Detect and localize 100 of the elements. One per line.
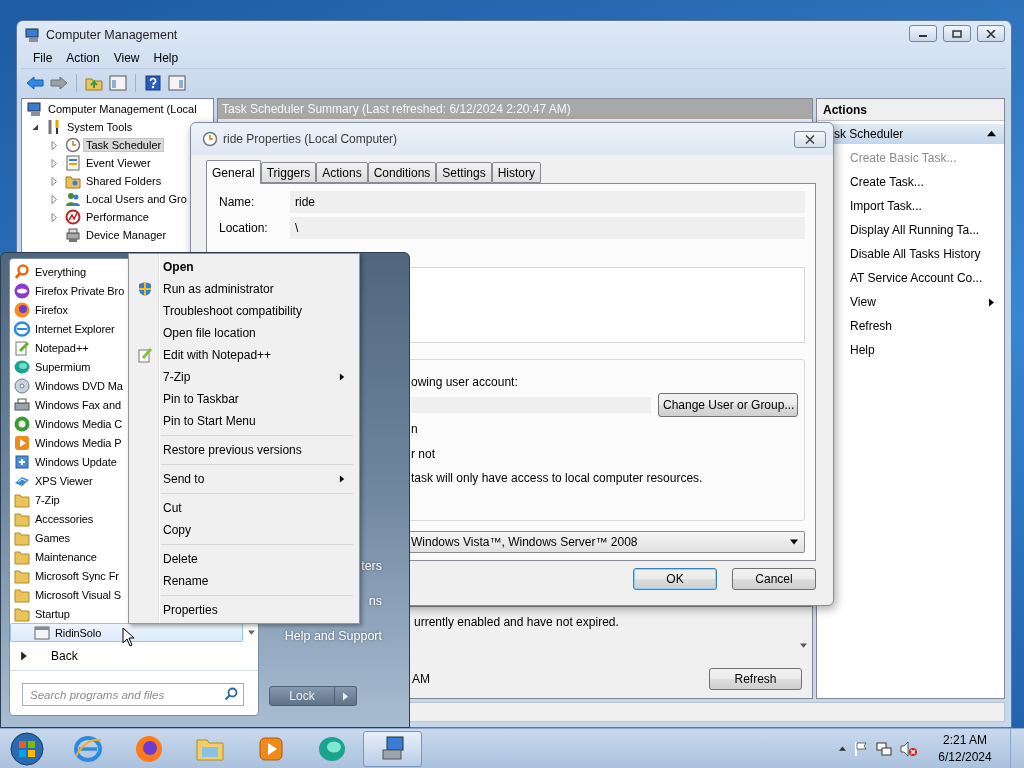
tab[interactable]: Settings (436, 162, 492, 183)
program-item[interactable]: Internet Explorer (35, 322, 115, 335)
dialog-button[interactable]: OK (633, 568, 717, 590)
tab[interactable]: Triggers (260, 162, 317, 183)
menu-item[interactable]: Pin to Start Menu (131, 410, 357, 432)
tree-item[interactable]: Event Viewer (83, 156, 154, 170)
tab[interactable]: History (491, 162, 542, 183)
update-icon (14, 453, 30, 470)
program-item[interactable]: Supermium (35, 360, 91, 373)
menu-item[interactable]: Properties (131, 599, 357, 621)
program-item[interactable]: Maintenance (35, 550, 97, 563)
tools-icon (46, 119, 62, 135)
program-item[interactable]: Everything (35, 265, 86, 278)
tree-item[interactable]: Device Manager (83, 228, 170, 242)
action-link[interactable]: Create Task... (850, 175, 924, 189)
refresh-button[interactable]: Refresh (709, 668, 802, 690)
folder-icon (14, 567, 30, 584)
tab[interactable]: General (206, 160, 261, 184)
folder-icon (14, 510, 30, 527)
action-link[interactable]: View (850, 295, 876, 309)
program-item[interactable]: 7-Zip (35, 493, 60, 506)
menu-item[interactable]: Restore previous versions (131, 439, 357, 461)
tab[interactable]: Conditions (367, 162, 437, 183)
tree-item[interactable]: Performance (83, 210, 152, 224)
back-arrow-icon (20, 651, 29, 661)
account-text: owing user account: (411, 374, 518, 390)
disc-icon (14, 377, 30, 394)
program-item[interactable]: Windows Fax and (35, 398, 121, 411)
tab[interactable]: Actions (316, 162, 368, 183)
option-text: n (411, 421, 418, 437)
tree-item[interactable]: System Tools (64, 120, 136, 134)
menu-item[interactable]: View (106, 49, 147, 67)
maximize-button[interactable] (943, 25, 971, 42)
collapse-icon (987, 129, 996, 139)
menu-item[interactable]: Open file location (131, 322, 357, 344)
program-item[interactable]: Windows Update (35, 455, 117, 468)
account-field[interactable] (411, 397, 651, 413)
program-item[interactable]: Games (35, 531, 70, 544)
program-item[interactable]: Windows Media C (35, 417, 123, 430)
tree-item[interactable]: Computer Management (Local (45, 102, 200, 116)
tree-item[interactable]: Task Scheduler (83, 138, 165, 152)
network-icon[interactable] (876, 740, 892, 757)
users-icon (65, 191, 81, 207)
media-icon (14, 415, 30, 432)
clock-icon (65, 137, 81, 153)
menu-item[interactable]: Troubleshoot compatibility (131, 300, 357, 322)
program-item[interactable]: Firefox Private Bro (35, 284, 125, 297)
program-item[interactable]: XPS Viewer (35, 474, 93, 487)
submenu-arrow-icon (988, 297, 996, 307)
browser-icon (72, 733, 103, 764)
program-item[interactable]: Windows DVD Ma (35, 379, 123, 392)
close-button[interactable] (977, 25, 1005, 42)
scroll-down-icon (799, 642, 807, 650)
program-item[interactable]: Firefox (35, 303, 68, 316)
flag-icon[interactable] (854, 740, 868, 757)
action-link[interactable]: Import Task... (850, 199, 922, 213)
dropdown-arrow-icon (790, 537, 798, 547)
back-link[interactable]: Back (51, 649, 78, 663)
menu-item[interactable]: File (26, 49, 60, 67)
close-button[interactable] (794, 130, 826, 148)
tree-item[interactable]: Local Users and Gro (83, 192, 190, 206)
lock-options-button[interactable] (335, 686, 357, 706)
program-item[interactable]: Microsoft Visual S (35, 588, 122, 601)
menu-item[interactable]: Cut (131, 497, 357, 519)
menu-item[interactable]: 7-Zip (131, 366, 357, 388)
action-link[interactable]: Refresh (850, 319, 893, 333)
menu-item[interactable]: Pin to Taskbar (131, 388, 357, 410)
shared-folder-icon (65, 173, 81, 189)
menu-item[interactable]: Rename (131, 570, 357, 592)
program-item[interactable]: Startup (35, 607, 70, 620)
text-field[interactable]: ride (290, 191, 805, 213)
dialog-button[interactable]: Cancel (732, 568, 816, 590)
menu-item[interactable]: Edit with Notepad++ (131, 344, 357, 366)
menu-item[interactable]: Action (59, 49, 107, 67)
program-item[interactable]: Accessories (35, 512, 94, 525)
program-item[interactable]: Microsoft Sync Fr (35, 569, 119, 582)
menu-item[interactable]: Run as administrator (131, 278, 357, 300)
program-item[interactable]: RidinSolo (10, 623, 243, 642)
menu-item[interactable]: Send to (131, 468, 357, 490)
section-title: sk Scheduler (834, 127, 904, 141)
action-link[interactable]: Display All Running Ta... (850, 223, 980, 237)
taskbar-button[interactable] (363, 730, 422, 767)
clock-date: 6/12/2024 (938, 748, 992, 766)
tree-item[interactable]: Shared Folders (83, 174, 165, 188)
change-user-button[interactable]: Change User or Group... (658, 393, 798, 417)
search-field[interactable]: Search programs and files (22, 683, 244, 706)
text-field[interactable]: \ (290, 217, 805, 239)
minimize-button[interactable] (909, 25, 937, 42)
action-link[interactable]: Help (850, 343, 875, 357)
shield-icon (138, 281, 152, 297)
browser-icon (14, 301, 30, 318)
volume-muted-icon[interactable] (900, 740, 918, 757)
program-item[interactable]: Windows Media P (35, 436, 122, 449)
program-item[interactable]: Notepad++ (35, 341, 89, 354)
menu-item[interactable]: Help (146, 49, 186, 67)
window-title: Computer Management (46, 27, 178, 42)
action-link[interactable]: Disable All Tasks History (850, 247, 981, 261)
menu-item[interactable]: Open (131, 256, 357, 278)
action-link[interactable]: AT Service Account Co... (850, 271, 983, 285)
expander-icon[interactable] (31, 122, 40, 132)
